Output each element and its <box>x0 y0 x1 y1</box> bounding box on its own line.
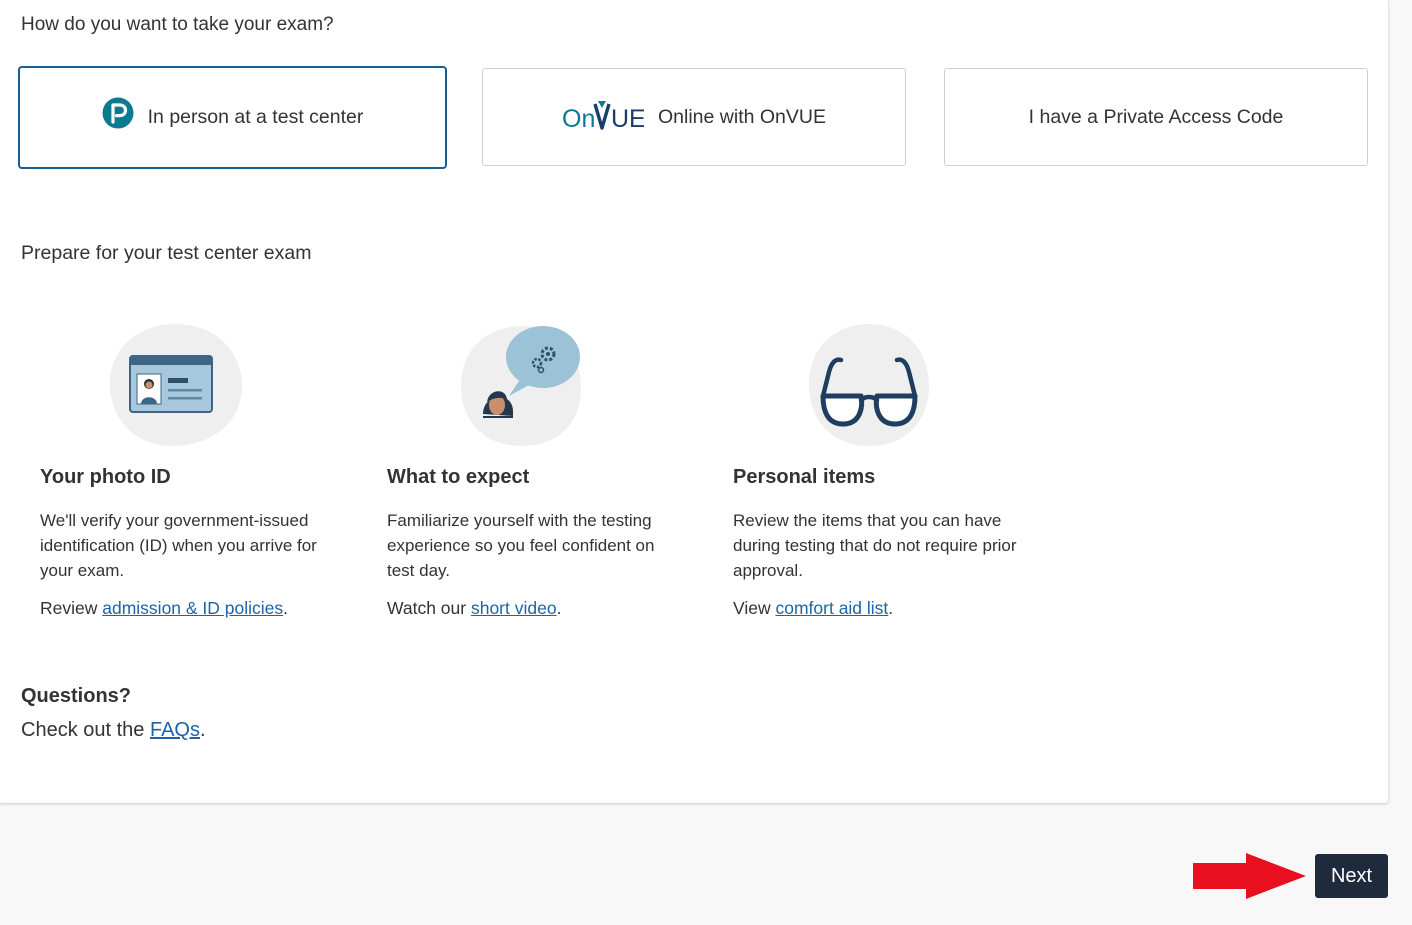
id-card-icon <box>110 324 242 446</box>
option-private-access-label: I have a Private Access Code <box>1028 105 1284 128</box>
check-out-text: Check out the <box>21 719 150 741</box>
feature-what-to-expect-more: Watch our short video. <box>387 598 561 619</box>
red-arrow-icon <box>1193 853 1306 899</box>
svg-text:On: On <box>562 105 595 133</box>
feature-photo-id-description: We'll verify your government-issued iden… <box>40 511 317 580</box>
option-onvue[interactable]: On UE Online with OnVUE <box>482 68 906 166</box>
questions-text: Check out the FAQs. <box>21 719 206 742</box>
exam-options-card: How do you want to take your exam? In pe… <box>0 0 1389 804</box>
questions-title: Questions? <box>21 685 132 707</box>
feature-personal-items-more: View comfort aid list. <box>733 598 893 619</box>
onvue-logo-icon: On UE <box>562 101 644 133</box>
view-text: View <box>733 598 776 618</box>
option-in-person[interactable]: In person at a test center <box>18 66 447 169</box>
next-button[interactable]: Next <box>1315 854 1388 898</box>
feature-personal-items-description: Review the items that you can have durin… <box>733 511 1017 580</box>
feature-photo-id-more: Review admission & ID policies. <box>40 598 288 619</box>
option-onvue-label: Online with OnVUE <box>658 105 826 128</box>
person-thinking-icon <box>461 325 581 446</box>
admission-id-policies-link[interactable]: admission & ID policies <box>102 598 283 618</box>
watch-text: Watch our <box>387 598 471 618</box>
short-video-link[interactable]: short video <box>471 598 557 618</box>
review-text: Review <box>40 598 103 618</box>
exam-method-question: How do you want to take your exam? <box>21 14 334 35</box>
prepare-section-title: Prepare for your test center exam <box>21 242 312 264</box>
period-text: . <box>888 598 894 618</box>
svg-text:UE: UE <box>611 105 644 133</box>
faqs-link[interactable]: FAQs <box>150 719 200 741</box>
period-text: . <box>283 598 289 618</box>
feature-what-to-expect-description: Familiarize yourself with the testing ex… <box>387 511 655 580</box>
eyeglasses-icon <box>809 324 929 446</box>
option-in-person-label: In person at a test center <box>147 106 364 128</box>
pearson-logo-icon <box>102 97 134 128</box>
period-text: . <box>199 719 206 741</box>
feature-photo-id-title: Your photo ID <box>40 466 171 488</box>
comfort-aid-list-link[interactable]: comfort aid list <box>775 598 888 618</box>
feature-personal-items-title: Personal items <box>733 466 876 488</box>
period-text: . <box>556 598 562 618</box>
option-private-access-code[interactable]: I have a Private Access Code <box>944 68 1368 166</box>
feature-what-to-expect-title: What to expect <box>387 466 530 488</box>
